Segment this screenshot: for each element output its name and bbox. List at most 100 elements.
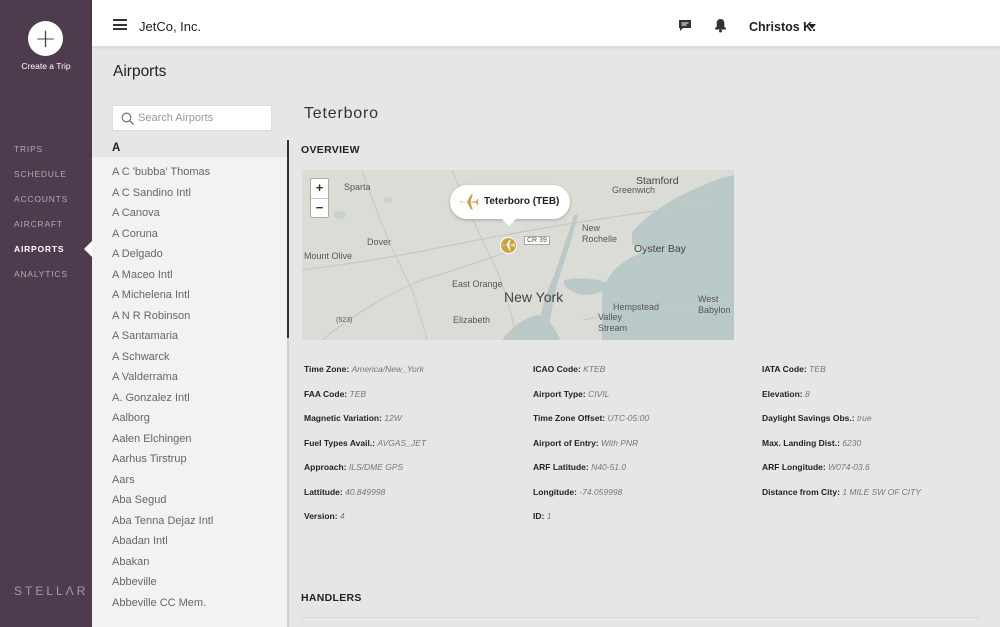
map-label: Mount Olive — [304, 251, 353, 261]
airport-list-item[interactable]: Aarhus Tirstrup — [112, 451, 282, 472]
map-zoom-control: + − — [310, 178, 329, 218]
airport-list-item[interactable]: A Coruna — [112, 226, 282, 247]
airport-list-item[interactable]: A Valderrama — [112, 369, 282, 390]
map-label: East Orange — [452, 279, 503, 289]
airport-list-item[interactable]: Abakan — [112, 554, 282, 575]
sidebar-item-airports[interactable]: AIRPORTS — [0, 241, 92, 266]
map-label: New York — [504, 289, 564, 305]
airport-list: A C 'bubba' Thomas A C Sandino Intl A Cano… — [112, 164, 282, 615]
detail-key: Time Zone: — [304, 364, 350, 374]
airplane-icon — [460, 194, 479, 210]
create-trip-button[interactable]: + — [28, 21, 63, 56]
sidebar-item-trips[interactable]: TRIPS — [0, 141, 92, 166]
user-menu[interactable]: Christos K. — [749, 20, 816, 34]
airport-list-item[interactable]: A Michelena Intl — [112, 287, 282, 308]
detail-value: true — [856, 413, 872, 423]
sidebar-item-aircraft[interactable]: AIRCRAFT — [0, 216, 92, 241]
active-section-indicator — [287, 140, 289, 338]
plus-icon: + — [34, 23, 57, 54]
detail-value: KTEB — [583, 364, 606, 374]
map-popup-label: Teterboro (TEB) — [484, 196, 560, 207]
airport-list-item[interactable]: A Delgado — [112, 246, 282, 267]
airport-list-item[interactable]: A N R Robinson — [112, 308, 282, 329]
detail-value: With PNR — [601, 437, 639, 448]
detail-key: FAA Code: — [304, 388, 348, 399]
list-section-letter: A — [112, 142, 121, 154]
detail-field: ARF Longitude: W074-03.6 — [762, 462, 870, 472]
airport-name-heading: Teterboro — [304, 105, 379, 122]
airport-list-item[interactable]: Abadan Intl — [112, 533, 282, 554]
airport-list-item[interactable]: Aars — [112, 472, 282, 493]
detail-field: Airport Type: CIVIL — [533, 389, 609, 399]
detail-field: ICAO Code: KTEB — [533, 364, 605, 374]
detail-key: Daylight Savings Obs.: — [762, 413, 855, 423]
airport-list-item[interactable]: A Canova — [112, 205, 282, 226]
airport-list-item[interactable]: Abbeville — [112, 574, 282, 595]
hamburger-menu-icon[interactable] — [113, 19, 127, 30]
detail-value: AVGAS_JET — [377, 437, 427, 448]
map-road-label: (523) — [336, 317, 353, 324]
page-title: Airports — [113, 63, 167, 80]
map-popup: Teterboro (TEB) — [450, 185, 570, 226]
zoom-in-button[interactable]: + — [311, 179, 328, 198]
sidebar-item-accounts[interactable]: ACCOUNTS — [0, 191, 92, 216]
detail-value: TEB — [809, 364, 826, 374]
airport-list-item[interactable]: Aalborg — [112, 410, 282, 431]
brand-logo: STELLΛR — [14, 584, 89, 598]
detail-field: Distance from City: 1 MILE SW OF CITY — [762, 487, 921, 497]
detail-key: ARF Latitude: — [533, 462, 589, 472]
search-icon — [121, 112, 135, 126]
airport-list-item[interactable]: A Maceo Intl — [112, 267, 282, 288]
map-label: New Rochelle — [582, 223, 618, 244]
chevron-down-icon[interactable] — [808, 24, 816, 29]
detail-field: ID: 1 — [533, 511, 551, 521]
detail-key: Fuel Types Avail.: — [304, 437, 376, 448]
airport-list-item[interactable]: Aba Tenna Dejaz Intl — [112, 513, 282, 534]
airport-list-item[interactable]: Aalen Elchingen — [112, 431, 282, 452]
detail-key: Airport Type: — [533, 388, 586, 399]
detail-field: Time Zone Offset: UTC-05:00 — [533, 413, 649, 423]
airport-list-item[interactable]: A Schwarck — [112, 349, 282, 370]
detail-key: Distance from City: — [762, 486, 840, 497]
search-box[interactable] — [112, 105, 272, 131]
airport-list-item[interactable]: A C 'bubba' Thomas — [112, 164, 282, 185]
chat-icon[interactable] — [678, 19, 692, 32]
detail-field: Longitude: -74.059998 — [533, 487, 622, 497]
airport-list-item[interactable]: Abbeville CC Mem. — [112, 595, 282, 616]
detail-value: N40-51.0 — [591, 462, 627, 472]
airport-list-item[interactable]: A Santamaria — [112, 328, 282, 349]
handlers-section-title: HANDLERS — [301, 592, 362, 604]
airport-marker[interactable] — [500, 237, 517, 254]
detail-value: 8 — [805, 388, 810, 399]
detail-key: Approach: — [304, 462, 347, 472]
detail-key: Airport of Entry: — [533, 437, 599, 448]
map-label: Stamford — [636, 175, 679, 187]
top-bar: JetCo, Inc. Christos K. — [92, 0, 1000, 47]
detail-field: Magnetic Variation: 12W — [304, 413, 402, 423]
detail-value: TEB — [349, 388, 367, 399]
search-input[interactable] — [138, 108, 268, 128]
detail-value: 1 — [546, 511, 552, 521]
airport-map[interactable]: + − Sparta Greenwich Stamford Dover New … — [302, 170, 734, 340]
sidebar-item-schedule[interactable]: SCHEDULE — [0, 166, 92, 191]
detail-value: 1 MILE SW OF CITY — [842, 486, 922, 497]
sidebar-nav: TRIPS SCHEDULE ACCOUNTS AIRCRAFT AIRPORT… — [0, 141, 92, 291]
detail-field: Fuel Types Avail.: AVGAS_JET — [304, 438, 426, 448]
detail-value: America/New_York — [351, 364, 424, 374]
zoom-out-button[interactable]: − — [311, 198, 328, 217]
detail-key: Lattitude: — [304, 486, 343, 497]
detail-field: IATA Code: TEB — [762, 364, 826, 374]
bell-icon[interactable] — [714, 18, 727, 33]
map-road-label: CR 39 — [524, 236, 550, 245]
airport-list-item[interactable]: A. Gonzalez Intl — [112, 390, 282, 411]
airport-list-item[interactable]: Aba Segud — [112, 492, 282, 513]
detail-value: -74.059998 — [579, 486, 623, 497]
detail-field: Airport of Entry: With PNR — [533, 438, 638, 448]
sidebar-item-analytics[interactable]: ANALYTICS — [0, 266, 92, 291]
airport-list-item[interactable]: A C Sandino Intl — [112, 185, 282, 206]
detail-key: ICAO Code: — [533, 364, 581, 374]
create-trip-label: Create a Trip — [21, 61, 71, 71]
detail-field: ARF Latitude: N40-51.0 — [533, 462, 626, 472]
airplane-icon — [501, 239, 515, 251]
map-label: Dover — [367, 237, 392, 247]
